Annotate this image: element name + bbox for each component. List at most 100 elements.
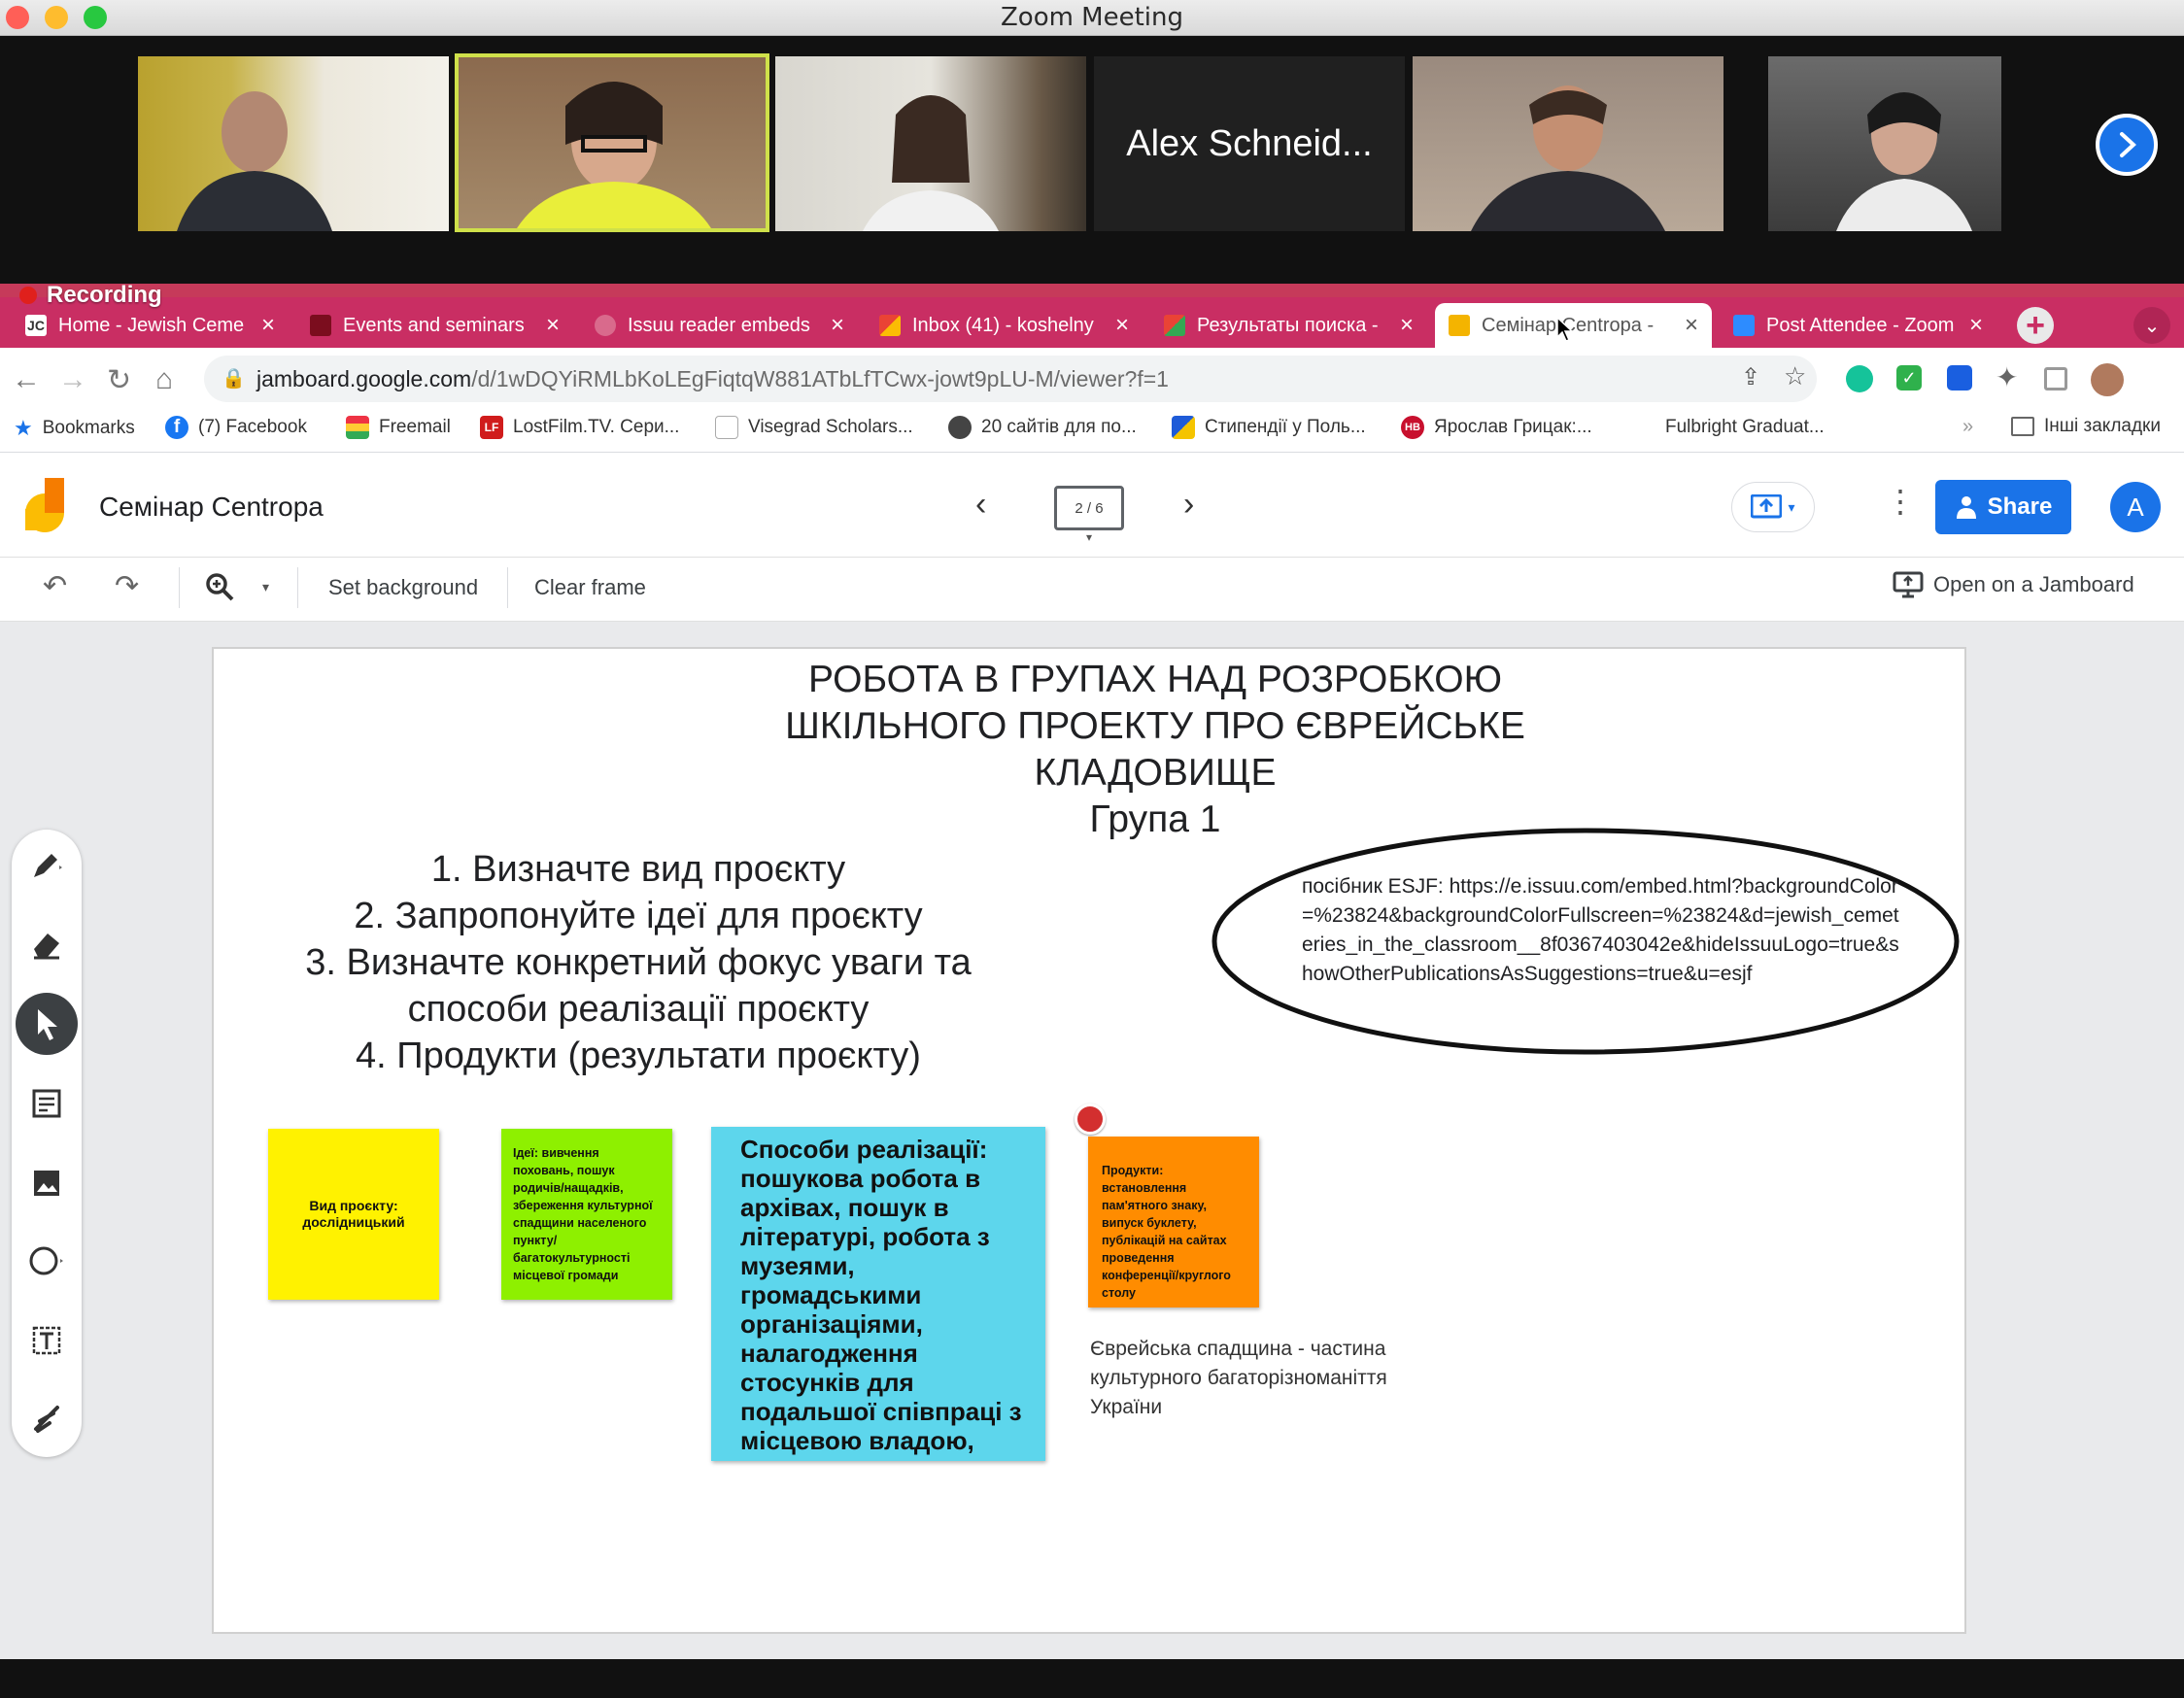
tab-label: Post Attendee - Zoom: [1766, 314, 1955, 336]
sticky-note-text: Вид проєкту: дослідницький: [302, 1198, 405, 1230]
jc-favicon-icon: JC: [25, 315, 47, 336]
site-icon: [948, 416, 972, 439]
reload-icon[interactable]: ↻: [107, 363, 131, 397]
more-bookmarks-chevron-icon[interactable]: »: [1962, 416, 1973, 438]
shape-circle-tool-icon[interactable]: [25, 1240, 68, 1282]
participant-video-tile-active-speaker[interactable]: [455, 53, 769, 232]
profile-avatar[interactable]: [2091, 363, 2124, 396]
bookmark-item[interactable]: Freemail: [346, 416, 451, 439]
browser-tab[interactable]: JC Home - Jewish Ceme ×: [12, 303, 289, 348]
share-page-icon[interactable]: ⇪: [1741, 363, 1760, 391]
set-background-button[interactable]: Set background: [328, 575, 478, 600]
bookmark-label: Fulbright Graduat...: [1665, 417, 1825, 437]
task-item: 2. Запропонуйте ідеї для проєкту: [354, 896, 923, 936]
other-bookmarks-folder[interactable]: Інші закладки: [2011, 416, 2161, 437]
image-tool-icon[interactable]: [25, 1162, 68, 1205]
share-button[interactable]: Share: [1935, 480, 2071, 534]
tab-label: Семінар Centropa -: [1482, 314, 1655, 336]
bookmark-item[interactable]: f (7) Facebook: [165, 416, 307, 439]
browser-tab[interactable]: Результаты поиска - ×: [1150, 303, 1427, 348]
laser-pointer-tool-icon[interactable]: [25, 1397, 68, 1440]
chevron-right-icon: [2120, 132, 2136, 157]
undo-icon[interactable]: ↶: [43, 569, 67, 603]
participant-name: Alex Schneid...: [1126, 122, 1373, 164]
grammarly-extension-icon[interactable]: [1846, 365, 1873, 392]
extensions-puzzle-icon[interactable]: ✦: [1996, 361, 2018, 393]
checkmark-extension-icon[interactable]: ✓: [1896, 365, 1922, 391]
bookmark-item[interactable]: Стипендії у Поль...: [1172, 416, 1366, 439]
bookmark-item[interactable]: ★ Bookmarks: [14, 416, 135, 441]
close-tab-icon[interactable]: ×: [261, 312, 275, 339]
bookmark-item[interactable]: LF LostFilm.TV. Сери...: [480, 416, 679, 439]
window-title: Zoom Meeting: [1000, 3, 1184, 32]
bookmark-item[interactable]: НВ Ярослав Грицак:...: [1401, 416, 1592, 439]
sticky-note-tool-icon[interactable]: [25, 1082, 68, 1125]
bookmark-extension-icon[interactable]: [1947, 365, 1972, 391]
zoom-bottom-bar: [0, 1659, 2184, 1698]
address-bar[interactable]: 🔒 jamboard.google.com/d/1wDQYiRMLbKoLEgF…: [204, 356, 1817, 402]
close-tab-icon[interactable]: ×: [546, 312, 560, 339]
browser-tab[interactable]: Issuu reader embeds ×: [581, 303, 858, 348]
bookmark-item[interactable]: Fulbright Graduat...: [1632, 416, 1825, 439]
bookmark-item[interactable]: 20 сайтів для по...: [948, 416, 1137, 439]
close-tab-icon[interactable]: ×: [831, 312, 844, 339]
close-tab-icon[interactable]: ×: [1115, 312, 1129, 339]
fulbright-icon: [1632, 416, 1655, 439]
bookmark-label: Bookmarks: [42, 418, 135, 438]
jam-title[interactable]: Семінар Centropa: [99, 492, 324, 523]
previous-frame-chevron-icon[interactable]: ‹: [975, 486, 986, 524]
participant-video-tile[interactable]: [138, 56, 449, 231]
text-box-tool-icon[interactable]: [25, 1319, 68, 1362]
browser-tab[interactable]: Events and seminars ×: [296, 303, 573, 348]
sticky-note-type[interactable]: Вид проєкту: дослідницький: [268, 1129, 439, 1300]
frame-counter-label: 2 / 6: [1075, 499, 1104, 517]
zoom-dropdown-caret-icon[interactable]: ▾: [262, 579, 269, 595]
new-tab-plus-icon[interactable]: +: [2017, 307, 2054, 344]
participant-avatar-silhouette-icon: [177, 91, 332, 231]
select-tool-icon[interactable]: [16, 993, 78, 1055]
sticky-note-products[interactable]: Продукти: встановлення пам'ятного знаку,…: [1088, 1137, 1259, 1307]
sticky-note-methods[interactable]: Способи реалізації: пошукова робота в ар…: [711, 1127, 1045, 1461]
mouse-pointer-icon: [1556, 317, 1574, 342]
clear-frame-button[interactable]: Clear frame: [534, 575, 646, 600]
present-dropdown-caret-icon: ▾: [1788, 498, 1795, 515]
home-icon[interactable]: ⌂: [155, 363, 173, 396]
bookmark-star-icon[interactable]: ☆: [1784, 361, 1806, 391]
participant-video-tile[interactable]: [1768, 56, 2001, 231]
next-frame-chevron-icon[interactable]: ›: [1183, 486, 1194, 524]
back-arrow-icon[interactable]: ←: [12, 363, 41, 396]
frame-counter-button[interactable]: 2 / 6: [1054, 486, 1124, 530]
zoom-magnifier-icon[interactable]: [204, 571, 235, 602]
next-participants-button[interactable]: [2096, 114, 2158, 176]
participant-name-tile[interactable]: Alex Schneid...: [1094, 56, 1405, 231]
bookmark-label: Freemail: [379, 417, 451, 437]
task-item: 3. Визначте конкретний фокус уваги та: [305, 942, 972, 983]
tab-label: Home - Jewish Ceme: [58, 314, 245, 336]
participant-video-tile[interactable]: [775, 56, 1086, 231]
participant-avatar-silhouette-icon: [1471, 85, 1665, 231]
participant-video-tile[interactable]: [1413, 56, 1723, 231]
browser-tab[interactable]: Inbox (41) - koshelny ×: [866, 303, 1143, 348]
close-tab-icon[interactable]: ×: [1400, 312, 1414, 339]
open-on-jamboard-button[interactable]: Open on a Jamboard: [1893, 571, 2134, 598]
tab-search-chevron-icon[interactable]: ⌄: [2133, 307, 2170, 344]
freemail-icon: [346, 416, 369, 439]
present-cast-button[interactable]: ▾: [1731, 482, 1815, 532]
sticky-note-ideas[interactable]: Ідеї: вивчення поховань, пошук родичів/н…: [501, 1129, 672, 1300]
close-tab-icon[interactable]: ×: [1969, 312, 1983, 339]
reading-list-icon[interactable]: [2044, 367, 2067, 391]
redo-icon[interactable]: ↷: [115, 569, 139, 603]
toolbar-divider: [507, 567, 508, 608]
bookmark-label: (7) Facebook: [198, 417, 307, 437]
close-tab-icon[interactable]: ×: [1685, 312, 1698, 339]
account-avatar[interactable]: A: [2110, 482, 2161, 532]
jam-frame[interactable]: РОБОТА В ГРУПАХ НАД РОЗРОБКОЮ ШКІЛЬНОГО …: [212, 647, 1966, 1634]
bookmark-item[interactable]: Visegrad Scholars...: [715, 416, 913, 439]
browser-tab[interactable]: Post Attendee - Zoom ×: [1720, 303, 1996, 348]
caption-text: Єврейська спадщина - частина культурного…: [1090, 1338, 1387, 1418]
more-options-vertical-icon[interactable]: ⋮: [1885, 486, 1916, 517]
eraser-tool-icon[interactable]: [25, 923, 68, 966]
document-icon: [715, 416, 738, 439]
pen-tool-icon[interactable]: [25, 843, 68, 886]
forward-arrow-icon[interactable]: →: [58, 363, 87, 396]
